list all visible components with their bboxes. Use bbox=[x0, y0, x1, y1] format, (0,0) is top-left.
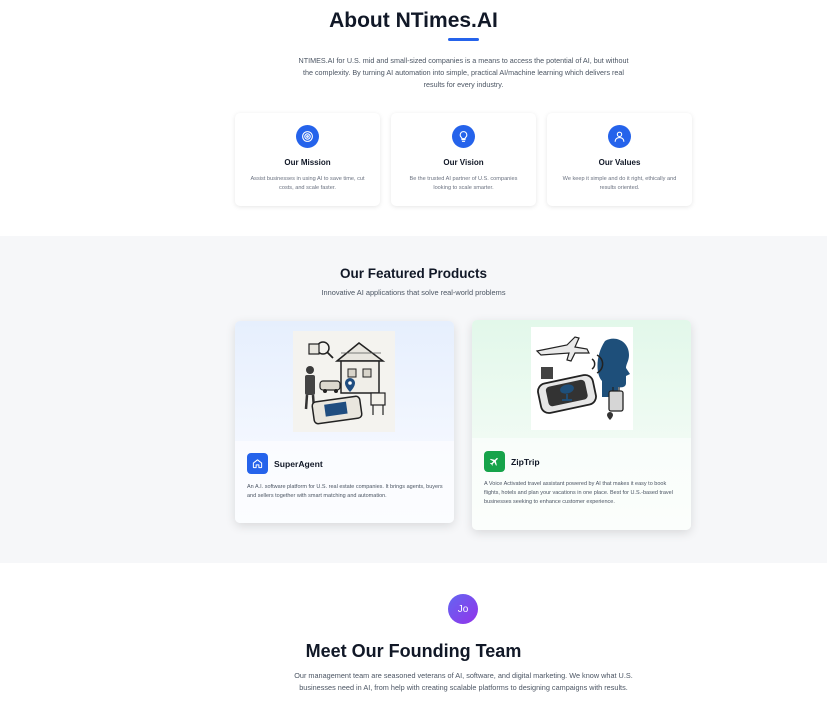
about-description: NTIMES.AI for U.S. mid and small-sized c… bbox=[298, 56, 629, 89]
superagent-name: SuperAgent bbox=[274, 459, 323, 469]
vision-card: Our Vision Be the trusted AI partner of … bbox=[391, 113, 536, 206]
values-card: Our Values We keep it simple and do it r… bbox=[547, 113, 692, 206]
target-icon bbox=[296, 125, 319, 148]
ziptrip-illustration bbox=[531, 327, 633, 430]
values-title: Our Values bbox=[598, 158, 641, 167]
team-title: Meet Our Founding Team bbox=[305, 641, 522, 661]
about-title: About NTimes.AI bbox=[329, 9, 498, 32]
mission-text: Assist businesses in using AI to save ti… bbox=[250, 176, 365, 191]
ziptrip-info: ZipTrip A Voice Activated travel assista… bbox=[472, 438, 691, 530]
superagent-info: SuperAgent An A.I. software platform for… bbox=[235, 441, 454, 523]
mission-title: Our Mission bbox=[284, 158, 331, 167]
products-title: Our Featured Products bbox=[339, 266, 488, 281]
user-icon bbox=[608, 125, 631, 148]
products-subtitle: Innovative AI applications that solve re… bbox=[321, 288, 506, 297]
ziptrip-name: ZipTrip bbox=[511, 457, 540, 467]
values-text: We keep it simple and do it right, ethic… bbox=[562, 176, 677, 191]
lightbulb-icon bbox=[452, 125, 475, 148]
product-card-superagent[interactable]: SuperAgent An A.I. software platform for… bbox=[235, 321, 454, 523]
home-icon bbox=[247, 453, 268, 474]
superagent-description: An A.I. software platform for U.S. real … bbox=[247, 484, 443, 499]
vision-title: Our Vision bbox=[443, 158, 484, 167]
team-description: Our management team are seasoned veteran… bbox=[294, 671, 633, 692]
product-card-ziptrip[interactable]: ZipTrip A Voice Activated travel assista… bbox=[472, 320, 691, 530]
ziptrip-description: A Voice Activated travel assistant power… bbox=[484, 481, 673, 505]
vision-text: Be the trusted AI partner of U.S. compan… bbox=[409, 176, 518, 191]
title-underline bbox=[448, 38, 479, 41]
team-avatar: Jo bbox=[448, 594, 478, 624]
mission-card: Our Mission Assist businesses in using A… bbox=[235, 113, 380, 206]
plane-icon bbox=[484, 451, 505, 472]
superagent-illustration bbox=[293, 331, 395, 432]
